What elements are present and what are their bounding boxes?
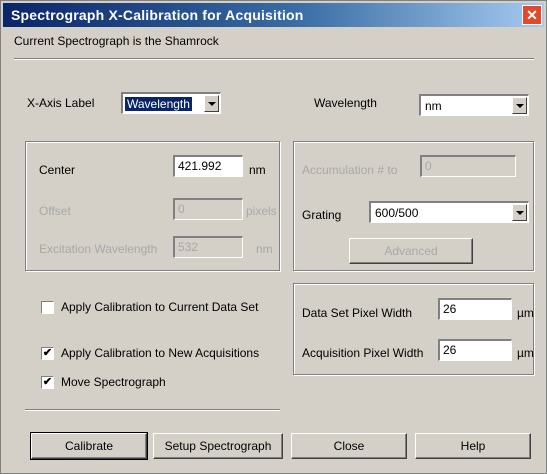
- apply-current-label: Apply Calibration to Current Data Set: [61, 300, 259, 314]
- apply-new-checkbox[interactable]: ✔: [41, 347, 54, 360]
- excitation-unit: nm: [256, 242, 273, 256]
- units-select[interactable]: nm: [419, 94, 529, 116]
- excitation-input[interactable]: 532: [173, 236, 243, 258]
- center-input[interactable]: 421.992: [173, 155, 243, 177]
- chevron-down-icon[interactable]: [512, 97, 527, 114]
- offset-input[interactable]: 0: [173, 198, 243, 220]
- x-axis-value: Wavelength: [125, 97, 192, 111]
- chevron-down-icon[interactable]: [204, 95, 219, 112]
- center-unit: nm: [249, 163, 266, 177]
- units-value: nm: [425, 99, 442, 113]
- apply-new-label: Apply Calibration to New Acquisitions: [61, 346, 260, 360]
- title-bar[interactable]: Spectrograph X-Calibration for Acquisiti…: [3, 3, 544, 27]
- current-spectrograph-text: Current Spectrograph is the Shamrock: [14, 34, 219, 48]
- x-axis-label: X-Axis Label: [27, 96, 95, 110]
- close-button[interactable]: Close: [291, 433, 407, 459]
- offset-label: Offset: [39, 204, 71, 218]
- grating-label: Grating: [302, 208, 342, 222]
- help-button[interactable]: Help: [415, 433, 531, 459]
- acquisition-pixel-width-label: Acquisition Pixel Width: [302, 346, 424, 360]
- accumulation-label: Accumulation # to: [302, 163, 398, 177]
- calibrate-button[interactable]: Calibrate: [30, 432, 148, 460]
- center-label: Center: [39, 163, 76, 177]
- chevron-down-icon[interactable]: [512, 204, 527, 221]
- offset-unit: pixels: [246, 204, 277, 218]
- bottom-separator: [25, 409, 280, 411]
- acquisition-pixel-width-input[interactable]: 26: [438, 339, 512, 361]
- x-axis-select[interactable]: Wavelength: [121, 92, 221, 114]
- dataset-pixel-width-unit: µm: [517, 306, 534, 320]
- dataset-pixel-width-label: Data Set Pixel Width: [302, 306, 413, 320]
- units-label: Wavelength: [314, 96, 377, 110]
- close-icon[interactable]: ✕: [522, 5, 542, 25]
- excitation-label: Excitation Wavelength: [39, 242, 158, 256]
- window-title: Spectrograph X-Calibration for Acquisiti…: [11, 7, 304, 23]
- grating-select[interactable]: 600/500: [369, 201, 529, 223]
- setup-spectrograph-button[interactable]: Setup Spectrograph: [153, 433, 283, 459]
- acquisition-pixel-width-unit: µm: [517, 346, 534, 360]
- move-spectrograph-label: Move Spectrograph: [61, 375, 166, 389]
- dataset-pixel-width-input[interactable]: 26: [438, 298, 512, 320]
- dialog-window: Spectrograph X-Calibration for Acquisiti…: [0, 0, 547, 474]
- pixel-width-group: [293, 283, 534, 375]
- grating-value: 600/500: [375, 206, 419, 220]
- apply-current-checkbox[interactable]: [41, 301, 54, 314]
- top-separator: [14, 58, 534, 60]
- accumulation-input[interactable]: 0: [420, 155, 516, 177]
- advanced-button[interactable]: Advanced: [349, 238, 473, 264]
- move-spectrograph-checkbox[interactable]: ✔: [41, 376, 54, 389]
